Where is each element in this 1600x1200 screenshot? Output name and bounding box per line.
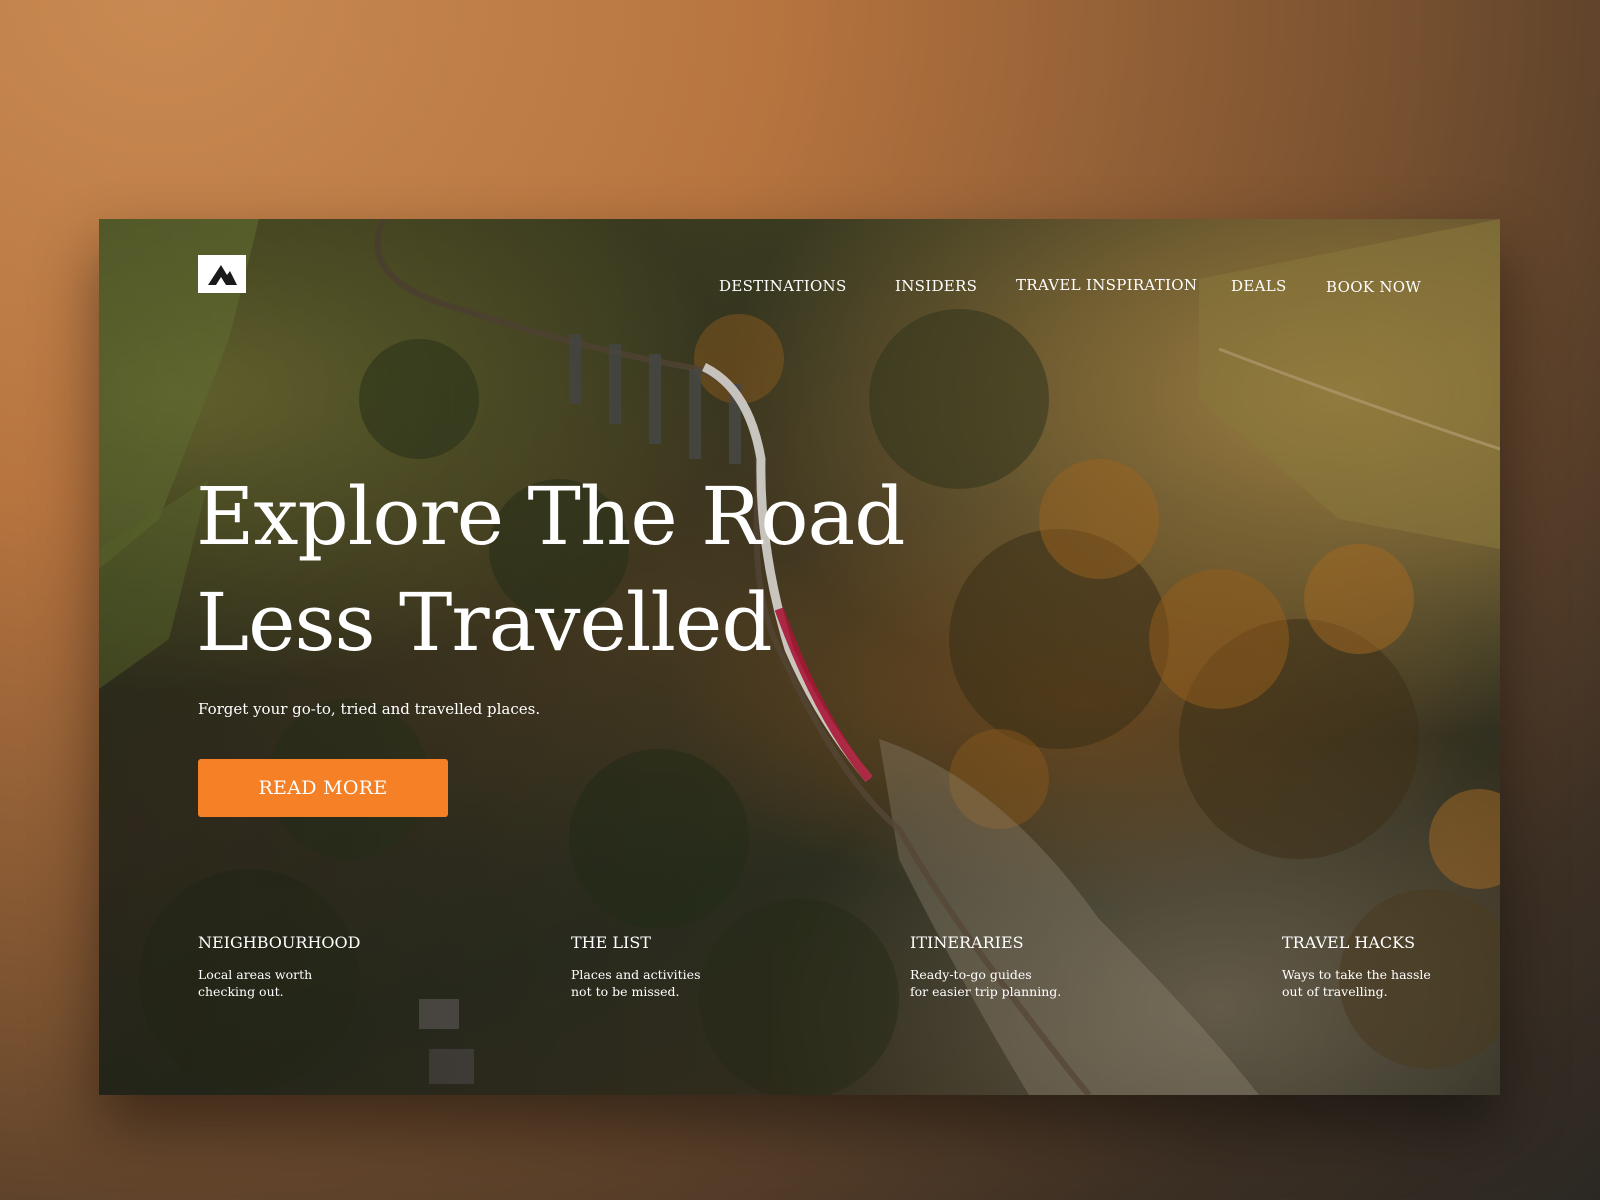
feature-description: Local areas worth checking out.	[198, 967, 313, 999]
feature-travel-hacks[interactable]: TRAVEL HACKS Ways to take the hassle out…	[1282, 933, 1431, 1000]
feature-the-list[interactable]: THE LIST Places and activities not to be…	[571, 933, 701, 1000]
mountain-logo-icon	[208, 265, 237, 285]
feature-neighbourhood[interactable]: NEIGHBOURHOOD Local areas worth checking…	[198, 933, 360, 1000]
feature-title: THE LIST	[571, 933, 651, 952]
hero-headline-line2: Less Travelled	[196, 576, 773, 669]
feature-description: Places and activities not to be missed.	[571, 967, 701, 999]
feature-title: NEIGHBOURHOOD	[198, 933, 361, 952]
hero-section: DESTINATIONS INSIDERS TRAVEL INSPIRATION…	[99, 219, 1500, 1095]
brand-logo[interactable]	[198, 255, 246, 293]
read-more-button[interactable]: READ MORE	[198, 759, 448, 817]
feature-title: TRAVEL HACKS	[1282, 933, 1416, 952]
feature-description: Ready-to-go guides for easier trip plann…	[910, 967, 1062, 999]
hero-headline: Explore The Road Less Travelled	[196, 464, 905, 676]
nav-destinations[interactable]: DESTINATIONS	[719, 277, 847, 295]
hero-headline-line1: Explore The Road	[196, 470, 905, 563]
nav-deals[interactable]: DEALS	[1231, 277, 1287, 295]
hero-subtitle: Forget your go-to, tried and travelled p…	[198, 700, 541, 718]
nav-insiders[interactable]: INSIDERS	[895, 277, 977, 295]
nav-travel-inspiration[interactable]: TRAVEL INSPIRATION	[1016, 276, 1197, 294]
feature-description: Ways to take the hassle out of travellin…	[1282, 967, 1431, 999]
feature-title: ITINERARIES	[910, 933, 1024, 952]
nav-book-now[interactable]: BOOK NOW	[1326, 278, 1421, 296]
feature-itineraries[interactable]: ITINERARIES Ready-to-go guides for easie…	[910, 933, 1061, 1000]
